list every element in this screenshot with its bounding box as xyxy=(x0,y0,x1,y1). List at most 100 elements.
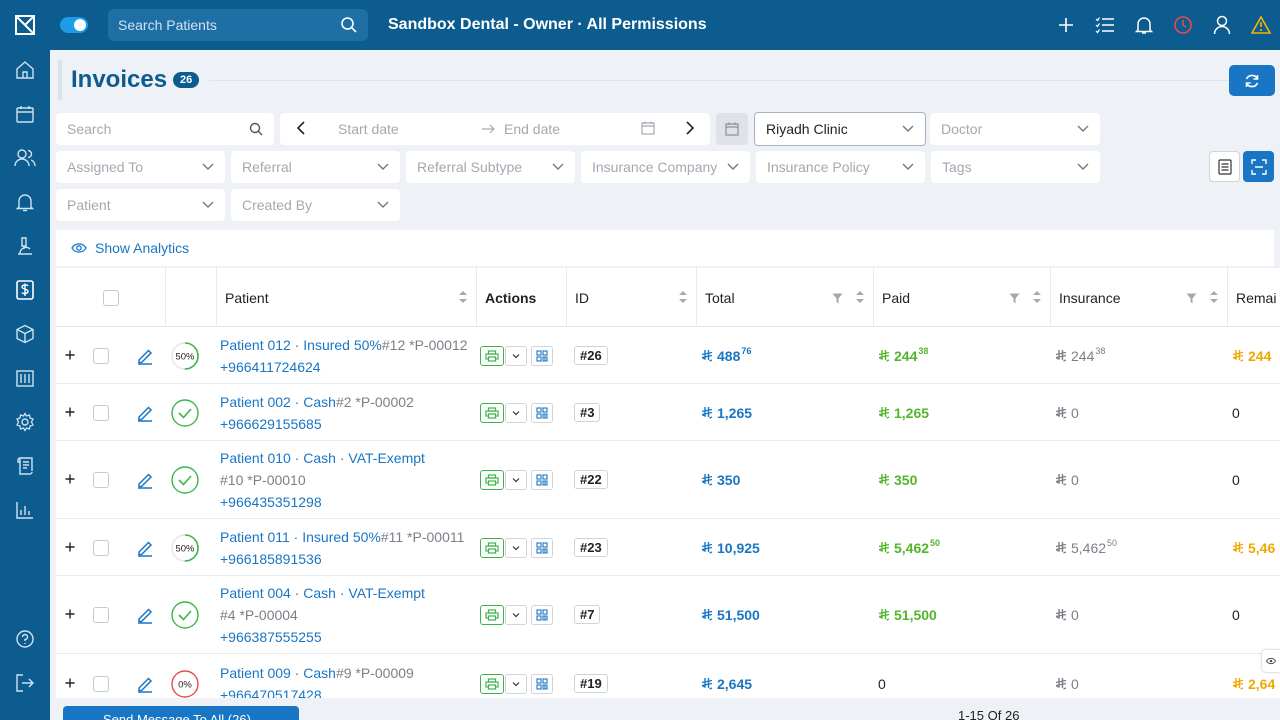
edit-invoice-button[interactable] xyxy=(136,606,154,624)
filter-icon[interactable] xyxy=(1009,291,1020,307)
insurance-policy-select[interactable]: Insurance Policy xyxy=(756,151,925,183)
print-options-dropdown[interactable] xyxy=(505,537,527,558)
warning-button[interactable] xyxy=(1241,0,1280,50)
calendar-button[interactable] xyxy=(716,113,748,145)
patient-phone-link[interactable]: +966435351298 xyxy=(220,491,425,513)
patient-phone-link[interactable]: +966387555255 xyxy=(220,626,425,648)
patient-phone-link[interactable]: +966411724624 xyxy=(220,356,468,378)
patient-name-link[interactable]: Patient 004 · Cash · VAT-Exempt xyxy=(220,582,425,604)
side-eye-toggle[interactable] xyxy=(1262,650,1280,672)
print-options-dropdown[interactable] xyxy=(505,470,527,490)
app-logo[interactable] xyxy=(0,0,50,50)
doctor-select[interactable]: Doctor xyxy=(930,113,1100,145)
print-button[interactable] xyxy=(480,537,504,558)
filter-icon[interactable] xyxy=(832,291,843,307)
edit-invoice-button[interactable] xyxy=(136,347,154,365)
list-button[interactable] xyxy=(1085,0,1124,50)
sidebar-item-logout[interactable] xyxy=(0,661,50,705)
scan-view-button[interactable] xyxy=(1243,151,1274,182)
add-button[interactable] xyxy=(1046,0,1085,50)
invoice-id-badge[interactable]: #7 xyxy=(574,605,601,624)
invoice-search-box[interactable]: Search xyxy=(56,113,274,145)
edit-invoice-button[interactable] xyxy=(136,675,154,693)
theme-toggle[interactable] xyxy=(60,17,88,33)
qr-code-button[interactable] xyxy=(531,674,553,694)
next-date-button[interactable] xyxy=(685,121,695,138)
print-options-dropdown[interactable] xyxy=(505,402,527,423)
edit-invoice-button[interactable] xyxy=(136,539,154,557)
expand-row-button[interactable] xyxy=(64,608,76,620)
invoice-id-badge[interactable]: #19 xyxy=(574,674,608,693)
qr-code-button[interactable] xyxy=(531,402,553,423)
insurance-column-header[interactable]: Insurance xyxy=(1051,268,1228,327)
patient-phone-link[interactable]: +966629155685 xyxy=(220,413,414,435)
refresh-button[interactable] xyxy=(1229,65,1275,96)
patient-column-header[interactable]: Patient xyxy=(217,268,477,327)
invoice-id-badge[interactable]: #3 xyxy=(574,402,601,422)
row-checkbox[interactable] xyxy=(93,472,109,488)
patient-name-link[interactable]: Patient 011 · Insured 50% xyxy=(220,529,381,545)
patient-name-link[interactable]: Patient 002 · Cash xyxy=(220,394,336,410)
sort-icon[interactable] xyxy=(855,290,865,307)
row-checkbox[interactable] xyxy=(93,676,109,692)
expand-row-button[interactable] xyxy=(64,473,76,485)
table-row[interactable]: 50% Patient 011 · Insured 50%#11 *P-00011… xyxy=(56,519,1280,576)
sidebar-item-calendar[interactable] xyxy=(0,92,50,136)
table-row[interactable]: Patient 002 · Cash#2 *P-00002 +9666291556… xyxy=(56,384,1280,441)
assigned-to-select[interactable]: Assigned To xyxy=(56,151,225,183)
invoice-id-badge[interactable]: #23 xyxy=(574,537,608,557)
created-by-select[interactable]: Created By xyxy=(231,189,400,221)
referral-subtype-select[interactable]: Referral Subtype xyxy=(406,151,575,183)
patient-phone-link[interactable]: +966470517428 xyxy=(220,684,414,698)
tags-select[interactable]: Tags xyxy=(931,151,1100,183)
table-row[interactable]: 0% Patient 009 · Cash#9 *P-00009 +96647051… xyxy=(56,654,1280,698)
qr-code-button[interactable] xyxy=(531,537,553,558)
prev-date-button[interactable] xyxy=(296,121,306,138)
expand-row-button[interactable] xyxy=(64,541,76,553)
sidebar-item-settings[interactable] xyxy=(0,400,50,444)
qr-code-button[interactable] xyxy=(531,345,553,366)
table-row[interactable]: 50% Patient 012 · Insured 50%#12 *P-00012… xyxy=(56,327,1280,384)
filter-icon[interactable] xyxy=(1186,291,1197,307)
profile-button[interactable] xyxy=(1202,0,1241,50)
end-date-field[interactable]: End date xyxy=(504,121,560,137)
sort-icon[interactable] xyxy=(458,290,468,307)
sidebar-item-analytics[interactable] xyxy=(0,488,50,532)
patient-search-input[interactable] xyxy=(118,17,318,33)
print-button[interactable] xyxy=(480,345,504,366)
clock-button[interactable] xyxy=(1163,0,1202,50)
table-row[interactable]: Patient 010 · Cash · VAT-Exempt #10 *P-00… xyxy=(56,441,1280,519)
sort-icon[interactable] xyxy=(1209,290,1219,307)
print-button[interactable] xyxy=(480,674,504,694)
sidebar-item-help[interactable] xyxy=(0,617,50,661)
insurance-company-select[interactable]: Insurance Company xyxy=(581,151,750,183)
sidebar-item-inventory[interactable] xyxy=(0,312,50,356)
row-checkbox[interactable] xyxy=(93,607,109,623)
print-options-dropdown[interactable] xyxy=(505,674,527,694)
edit-invoice-button[interactable] xyxy=(136,471,154,489)
start-date-field[interactable]: Start date xyxy=(338,121,399,137)
expand-row-button[interactable] xyxy=(64,677,76,689)
total-column-header[interactable]: Total xyxy=(697,268,874,327)
sidebar-item-lab[interactable] xyxy=(0,224,50,268)
clinic-select[interactable]: Riyadh Clinic xyxy=(754,112,926,146)
paid-column-header[interactable]: Paid xyxy=(874,268,1051,327)
sort-icon[interactable] xyxy=(1032,290,1042,307)
qr-code-button[interactable] xyxy=(531,470,553,490)
print-button[interactable] xyxy=(480,605,504,625)
calendar-icon[interactable] xyxy=(641,121,655,138)
sidebar-item-home[interactable] xyxy=(0,48,50,92)
row-checkbox[interactable] xyxy=(93,404,109,421)
patient-phone-link[interactable]: +966185891536 xyxy=(220,548,464,570)
search-icon[interactable] xyxy=(340,16,358,34)
invoice-id-badge[interactable]: #22 xyxy=(574,470,608,489)
patient-select[interactable]: Patient xyxy=(56,189,225,221)
edit-invoice-button[interactable] xyxy=(136,404,154,422)
sidebar-item-patients[interactable] xyxy=(0,136,50,180)
sort-icon[interactable] xyxy=(678,290,688,307)
patient-name-link[interactable]: Patient 012 · Insured 50% xyxy=(220,337,382,353)
patient-name-link[interactable]: Patient 009 · Cash xyxy=(220,665,336,681)
list-view-button[interactable] xyxy=(1209,151,1240,182)
select-all-checkbox[interactable] xyxy=(102,289,119,306)
print-options-dropdown[interactable] xyxy=(505,345,527,366)
